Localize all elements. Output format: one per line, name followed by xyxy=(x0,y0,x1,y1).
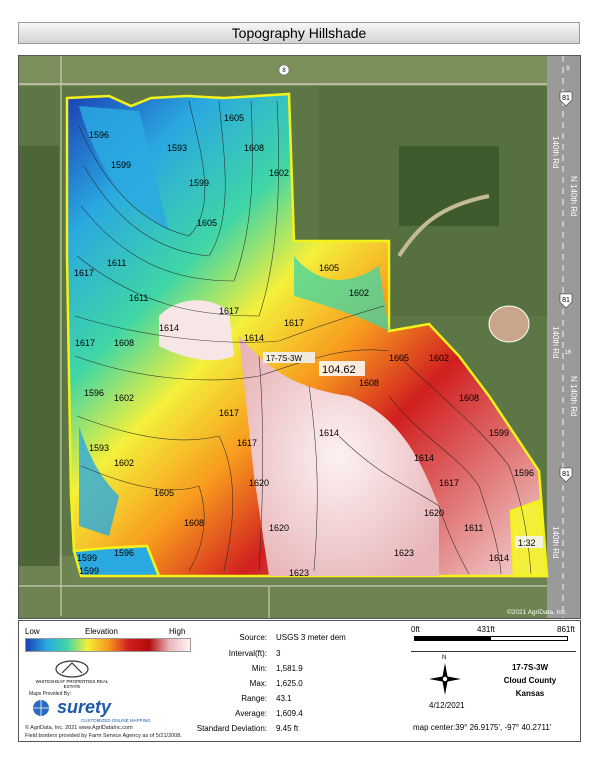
contour-label: 1617 xyxy=(237,438,257,448)
location-section: 17-7S-3W xyxy=(511,663,548,672)
contour-label: 1605 xyxy=(154,488,174,498)
elevation-high-label: High xyxy=(169,627,186,636)
small-area-label: 1:32 xyxy=(518,538,536,548)
contour-label: 1608 xyxy=(114,338,134,348)
contour-label: 1614 xyxy=(489,553,509,563)
contour-label: 1608 xyxy=(359,378,379,388)
road-label: 140th Rd xyxy=(551,136,560,168)
road-label: 140th Rd xyxy=(551,526,560,558)
stat-average: Average: 1,609.4 xyxy=(235,709,303,718)
contour-label: 1617 xyxy=(284,318,304,328)
scale-mid: 431ft xyxy=(477,625,495,634)
contour-label: 1623 xyxy=(289,568,309,578)
contour-label: 1620 xyxy=(269,523,289,533)
surety-globe-icon xyxy=(29,698,59,718)
svg-text:81: 81 xyxy=(562,297,570,304)
contour-label: 1614 xyxy=(159,323,179,333)
section-label: 17-7S-3W xyxy=(266,354,302,363)
location-county: Cloud County xyxy=(503,676,557,685)
contour-label: 1602 xyxy=(429,353,449,363)
map-date: 4/12/2021 xyxy=(429,701,465,710)
contour-label: 1602 xyxy=(349,288,369,298)
contour-label: 1599 xyxy=(111,160,131,170)
contour-label: 1593 xyxy=(89,443,109,453)
scale-bar xyxy=(414,636,568,641)
agridata-attribution: © AgriData, Inc. 2021 www.AgriDataInc.co… xyxy=(25,725,133,731)
contour-label: 1608 xyxy=(459,393,479,403)
contour-label: 1614 xyxy=(244,333,264,343)
stat-max: Max: 1,625.0 xyxy=(249,679,303,688)
compass-north: N xyxy=(442,655,447,661)
acreage-label: 104.62 xyxy=(322,364,356,376)
contour-label: 1605 xyxy=(319,263,339,273)
svg-text:81: 81 xyxy=(562,471,570,478)
map-viewport[interactable]: 1596 1599 1593 1599 1605 1605 1608 1602 … xyxy=(18,55,581,619)
stat-std-dev: Standard Deviation: 9.45 ft xyxy=(196,724,299,733)
surety-logo: surety xyxy=(57,697,112,717)
contour-label: 1608 xyxy=(244,143,264,153)
contour-label: 1596 xyxy=(114,548,134,558)
location-state: Kansas xyxy=(515,689,545,698)
map-center: map center:39° 26.9175', -97° 40.2711' xyxy=(413,723,552,732)
contour-label: 1599 xyxy=(489,428,509,438)
contour-label: 1596 xyxy=(89,130,109,140)
contour-label: 1602 xyxy=(114,458,134,468)
page-title: Topography Hillshade xyxy=(18,22,580,44)
contour-label: 1596 xyxy=(514,468,534,478)
contour-label: 1611 xyxy=(464,523,483,533)
contour-label: 1623 xyxy=(394,548,414,558)
scale-zero: 0ft xyxy=(411,625,420,634)
elevation-ramp xyxy=(25,638,191,652)
elevation-low-label: Low xyxy=(25,627,40,636)
stat-source: Source: USGS 3 meter dem xyxy=(239,633,346,642)
contour-label: 1614 xyxy=(414,453,434,463)
contour-label: 1617 xyxy=(74,268,94,278)
contour-label: 1617 xyxy=(219,408,239,418)
contour-label: 1608 xyxy=(184,518,204,528)
map-copyright: ©2021 AgriData, Inc. xyxy=(507,608,567,616)
legend-divider xyxy=(411,651,576,652)
contour-label: 1596 xyxy=(84,388,104,398)
stat-interval: Interval(ft): 3 xyxy=(228,649,281,658)
contour-label: 1611 xyxy=(129,293,148,303)
road-label: N 140th Rd xyxy=(569,376,578,416)
company-logo: WHITESHEAF PROPERTIES REAL ESTATE xyxy=(29,659,115,689)
surety-tagline: CUSTOMIZED ONLINE MAPPING xyxy=(81,718,151,723)
stat-range: Range: 43.1 xyxy=(241,694,292,703)
contour-label: 1593 xyxy=(167,143,187,153)
contour-label: 1599 xyxy=(79,566,99,576)
contour-label: 1602 xyxy=(114,393,134,403)
svg-text:81: 81 xyxy=(562,95,570,102)
fsa-attribution: Field borders provided by Farm Service A… xyxy=(25,733,182,739)
compass-icon xyxy=(427,661,463,697)
contour-label: 1611 xyxy=(107,258,126,268)
contour-label: 1599 xyxy=(77,553,97,563)
contour-label: 1605 xyxy=(389,353,409,363)
contour-label: 1617 xyxy=(75,338,95,348)
road-label: 140th Rd xyxy=(551,326,560,358)
contour-label: 1605 xyxy=(197,218,217,228)
legend-panel: Low Elevation High WHITESHEAF PROPERTIES… xyxy=(18,620,581,742)
scale-end: 861ft xyxy=(557,625,575,634)
contour-label: 1605 xyxy=(224,113,244,123)
road-number: 16 xyxy=(565,350,572,356)
contour-label: 1617 xyxy=(219,306,239,316)
road-label: N 140th Rd xyxy=(569,176,578,216)
contour-label: 1614 xyxy=(319,428,339,438)
contour-label: 1620 xyxy=(424,508,444,518)
contour-label: 1617 xyxy=(439,478,459,488)
contour-label: 1620 xyxy=(249,478,269,488)
elevation-title: Elevation xyxy=(85,627,118,636)
contour-label: 1599 xyxy=(189,178,209,188)
stat-min: Min: 1,581.9 xyxy=(251,664,303,673)
contour-label: 1602 xyxy=(269,168,289,178)
